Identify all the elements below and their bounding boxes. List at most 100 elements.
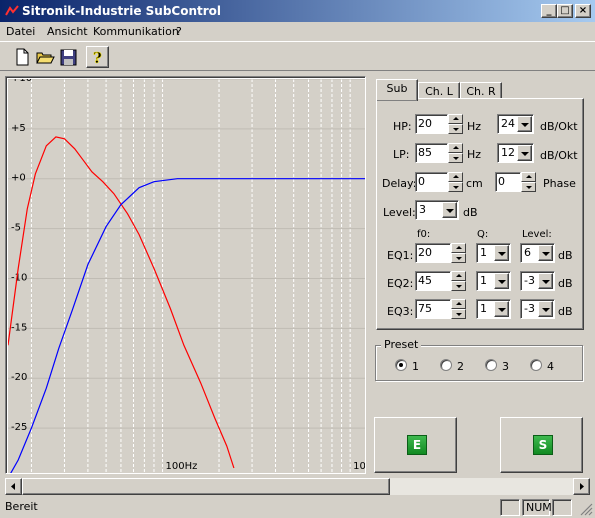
delay-label: Delay: <box>382 177 417 190</box>
delay-spinner[interactable] <box>448 172 463 192</box>
status-panel-caps <box>500 499 520 516</box>
menu-ansicht[interactable]: Ansicht <box>47 25 88 38</box>
eq-level-header: Level: <box>522 229 552 240</box>
s-gem-icon: S <box>533 435 553 455</box>
hp-unit: Hz <box>467 120 482 133</box>
lp-spinner[interactable] <box>448 143 463 163</box>
close-button[interactable]: × <box>575 4 591 18</box>
eq2-label: EQ2: <box>387 277 414 290</box>
hp-slope-select[interactable]: 24 <box>497 114 534 134</box>
status-text: Bereit <box>5 500 38 513</box>
eq2-unit: dB <box>558 277 573 290</box>
y-tick-label: -10 <box>11 272 27 283</box>
y-tick-label: +5 <box>11 123 26 134</box>
eq1-unit: dB <box>558 249 573 262</box>
save-button[interactable] <box>57 46 80 68</box>
preset-label-4: 4 <box>547 360 554 373</box>
app-icon <box>5 5 19 16</box>
delay-input[interactable]: 0 <box>415 172 448 192</box>
tab-sub[interactable]: Sub <box>376 79 418 101</box>
maximize-button[interactable]: □ <box>557 4 573 18</box>
x-tick-label: 100Hz <box>166 461 198 472</box>
hp-input[interactable]: 20 <box>415 114 448 134</box>
eq2-f0-input[interactable]: 45 <box>415 271 451 291</box>
phase-spinner[interactable] <box>521 172 536 192</box>
e-gem-icon: E <box>407 435 427 455</box>
title-bar[interactable]: Sitronik-Industrie SubControl _ □ × <box>0 0 595 22</box>
eq3-f0-spinner[interactable] <box>451 299 466 319</box>
chevron-down-icon <box>494 301 509 317</box>
lp-label: LP: <box>393 148 410 161</box>
hp-spinner[interactable] <box>448 114 463 134</box>
hp-label: HP: <box>393 120 412 133</box>
eq2-level-select[interactable]: -3 <box>520 271 555 291</box>
preset-radio-2[interactable] <box>440 359 452 371</box>
eq1-label: EQ1: <box>387 249 414 262</box>
eq-f0-header: f0: <box>417 229 431 240</box>
scroll-left-button[interactable] <box>5 478 22 495</box>
minimize-button[interactable]: _ <box>541 4 557 18</box>
status-panel-scroll <box>552 499 572 516</box>
chart-svg: +10 +5 +0 -5 -10 -15 -20 -25 100Hz 1000Hz <box>8 79 365 473</box>
lp-slope-select[interactable]: 12 <box>497 143 534 163</box>
y-tick-label: +10 <box>11 79 32 84</box>
status-num: NUM <box>522 499 552 516</box>
y-tick-label: -15 <box>11 322 27 333</box>
eq1-f0-input[interactable]: 20 <box>415 243 451 263</box>
open-file-button[interactable] <box>34 46 57 68</box>
open-folder-icon <box>36 52 55 64</box>
eq1-q-select[interactable]: 1 <box>476 243 511 263</box>
eq1-f0-spinner[interactable] <box>451 243 466 263</box>
preset-label-3: 3 <box>502 360 509 373</box>
eq-q-header: Q: <box>477 229 489 240</box>
window-title: Sitronik-Industrie SubControl <box>22 4 222 18</box>
eq3-unit: dB <box>558 305 573 318</box>
frequency-response-chart: +10 +5 +0 -5 -10 -15 -20 -25 100Hz 1000Hz <box>5 76 366 474</box>
arrow-right-icon <box>580 483 584 490</box>
chevron-down-icon <box>538 301 553 317</box>
level-label: Level: <box>383 206 416 219</box>
level-unit: dB <box>463 206 478 219</box>
status-bar: Bereit NUM <box>0 497 595 518</box>
hp-slope-unit: dB/Okt <box>540 120 578 133</box>
horizontal-scrollbar[interactable] <box>5 478 590 495</box>
level-select[interactable]: 3 <box>415 200 459 220</box>
arrow-left-icon <box>11 483 15 490</box>
chevron-down-icon <box>538 245 553 261</box>
chevron-down-icon <box>517 116 532 132</box>
lp-input[interactable]: 85 <box>415 143 448 163</box>
delay-unit: cm <box>466 177 483 190</box>
toolbar: ? <box>0 41 595 71</box>
eq1-level-select[interactable]: 6 <box>520 243 555 263</box>
preset-label-1: 1 <box>412 360 419 373</box>
phase-input[interactable]: 0 <box>495 172 521 192</box>
preset-radio-3[interactable] <box>485 359 497 371</box>
preset-legend: Preset <box>381 338 422 351</box>
help-button[interactable]: ? <box>86 46 109 68</box>
preset-radio-4[interactable] <box>530 359 542 371</box>
y-tick-label: -25 <box>11 422 27 433</box>
scroll-right-button[interactable] <box>573 478 590 495</box>
eq3-label: EQ3: <box>387 305 414 318</box>
eq3-level-select[interactable]: -3 <box>520 299 555 319</box>
scroll-thumb[interactable] <box>22 478 390 495</box>
phase-label: Phase <box>543 177 576 190</box>
eq2-f0-spinner[interactable] <box>451 271 466 291</box>
help-icon: ? <box>93 49 103 68</box>
eq2-q-select[interactable]: 1 <box>476 271 511 291</box>
new-file-icon <box>16 48 29 66</box>
resize-grip-icon[interactable] <box>578 501 593 516</box>
eq3-q-select[interactable]: 1 <box>476 299 511 319</box>
y-tick-label: +0 <box>11 173 26 184</box>
chevron-down-icon <box>517 145 532 161</box>
s-button[interactable]: S <box>500 417 583 473</box>
chevron-down-icon <box>494 273 509 289</box>
preset-radio-1[interactable] <box>395 359 407 371</box>
menu-datei[interactable]: Datei <box>6 25 35 38</box>
menu-help[interactable]: ? <box>176 25 182 38</box>
menu-kommunikation[interactable]: Kommunikation <box>93 25 179 38</box>
new-file-button[interactable] <box>11 46 34 68</box>
e-button[interactable]: E <box>374 417 457 473</box>
lp-slope-unit: dB/Okt <box>540 149 578 162</box>
eq3-f0-input[interactable]: 75 <box>415 299 451 319</box>
